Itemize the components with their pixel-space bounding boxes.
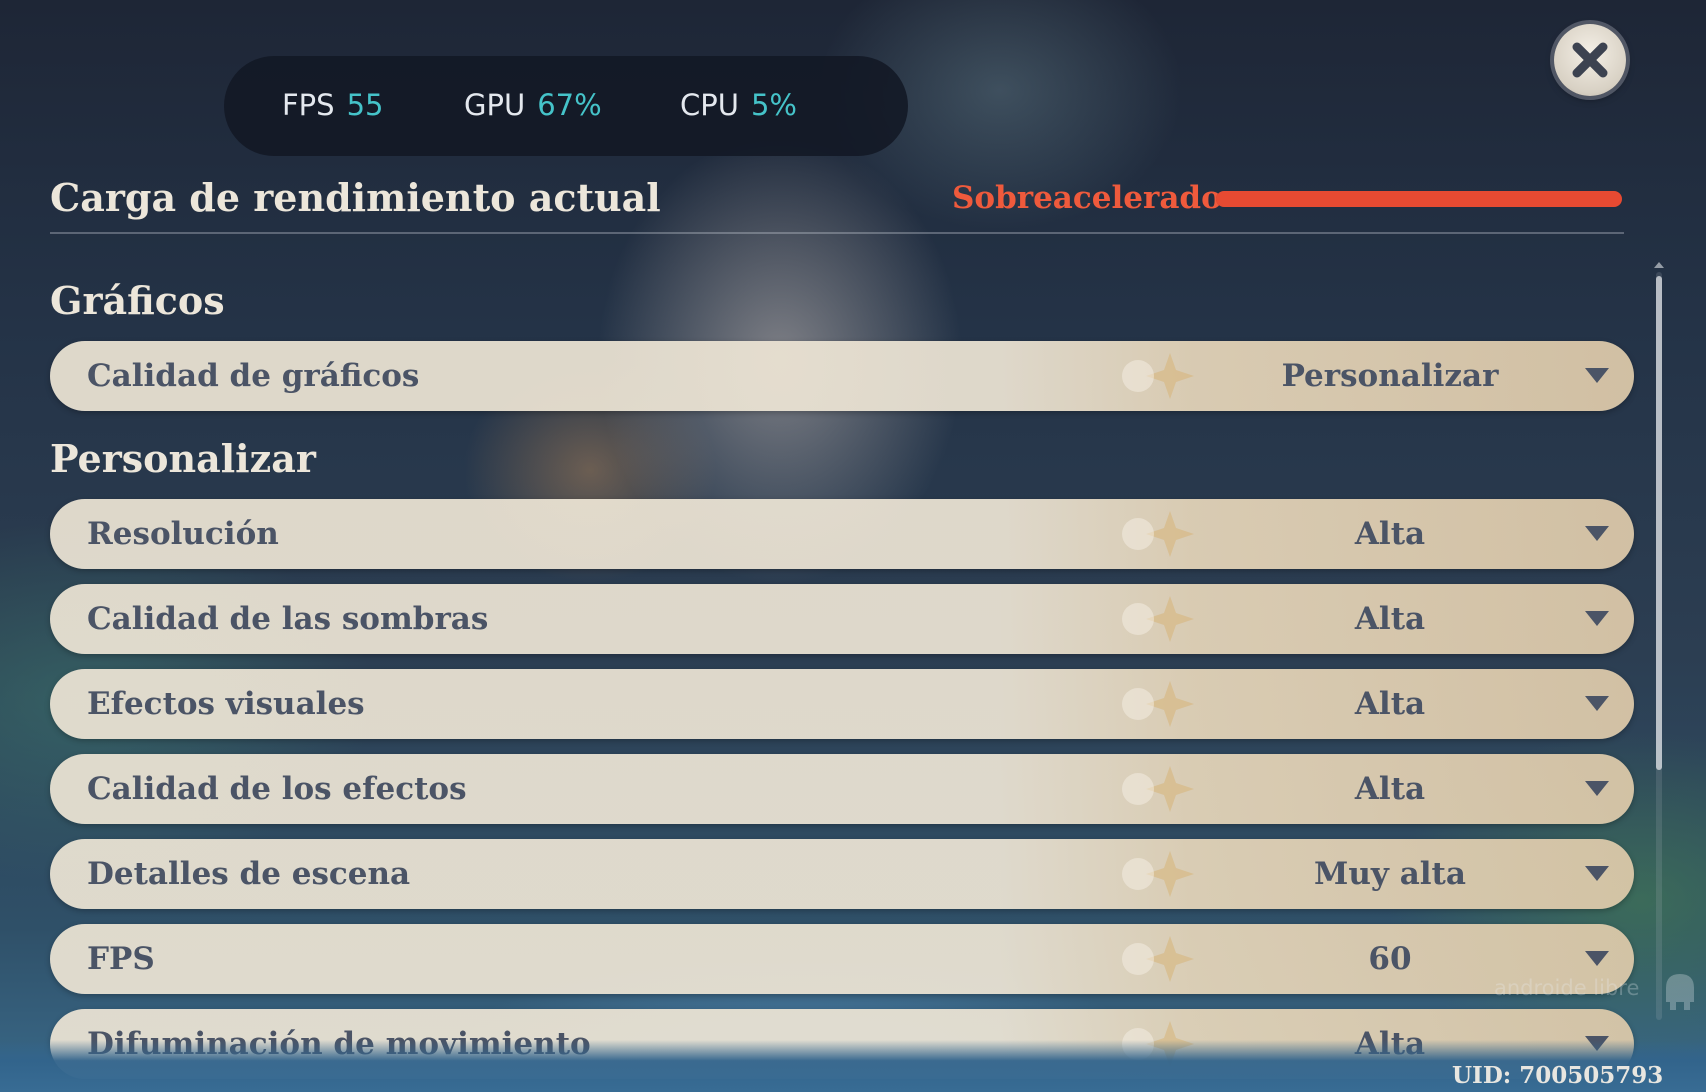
scrollbar-thumb[interactable] (1656, 276, 1662, 770)
chevron-down-icon (1585, 696, 1609, 711)
chevron-down-icon (1585, 951, 1609, 966)
performance-load-bar-fill (1216, 191, 1622, 207)
chevron-down-icon (1585, 526, 1609, 541)
cpu-label: CPU (680, 88, 739, 122)
setting-row-scene-details[interactable]: Detalles de escena Muy alta (50, 839, 1634, 909)
setting-row-shadow-quality[interactable]: Calidad de las sombras Alta (50, 584, 1634, 654)
performance-load-title: Carga de rendimiento actual (50, 175, 661, 220)
fps-label: FPS (282, 88, 335, 122)
setting-value: 60 (1368, 941, 1412, 977)
setting-value: Alta (1354, 686, 1426, 722)
cpu-stat: CPU 5% (680, 88, 797, 122)
setting-label: Calidad de gráficos (87, 358, 420, 394)
close-icon (1572, 42, 1608, 78)
setting-value: Personalizar (1281, 358, 1499, 394)
star-ornament-icon (1122, 766, 1194, 812)
setting-label: Resolución (87, 516, 279, 552)
chevron-down-icon (1585, 368, 1609, 383)
star-ornament-icon (1122, 936, 1194, 982)
bottom-fade (0, 1040, 1706, 1092)
gpu-stat: GPU 67% (464, 88, 602, 122)
star-ornament-icon (1122, 681, 1194, 727)
chevron-down-icon (1585, 781, 1609, 796)
performance-load-bar (1216, 191, 1622, 207)
gpu-label: GPU (464, 88, 526, 122)
star-ornament-icon (1122, 353, 1194, 399)
cpu-value: 5% (750, 88, 797, 122)
performance-stats-panel: FPS 55 GPU 67% CPU 5% (224, 56, 908, 156)
chevron-down-icon (1585, 611, 1609, 626)
scroll-up-icon[interactable] (1654, 262, 1664, 268)
setting-label: FPS (87, 941, 155, 977)
fps-stat: FPS 55 (282, 88, 383, 122)
setting-label: Efectos visuales (87, 686, 365, 722)
setting-value: Alta (1354, 601, 1426, 637)
setting-row-resolution[interactable]: Resolución Alta (50, 499, 1634, 569)
game-settings-screen: FPS 55 GPU 67% CPU 5% Carga de rendimiento … (0, 0, 1706, 1092)
watermark: androide libre (1494, 976, 1640, 1000)
gpu-value: 67% (537, 88, 602, 122)
setting-row-graphics-quality[interactable]: Calidad de gráficos Personalizar (50, 341, 1634, 411)
android-logo-icon (1666, 974, 1694, 1010)
setting-label: Detalles de escena (87, 856, 411, 892)
star-ornament-icon (1122, 851, 1194, 897)
chevron-down-icon (1585, 866, 1609, 881)
setting-label: Calidad de los efectos (87, 771, 467, 807)
setting-value: Alta (1354, 771, 1426, 807)
close-button[interactable] (1554, 24, 1626, 96)
star-ornament-icon (1122, 596, 1194, 642)
section-title-graphics: Gráficos (50, 278, 225, 323)
setting-row-effects-quality[interactable]: Calidad de los efectos Alta (50, 754, 1634, 824)
section-title-custom: Personalizar (50, 436, 316, 481)
divider (50, 232, 1624, 234)
performance-status-label: Sobreacelerado (952, 180, 1222, 216)
fps-value: 55 (346, 88, 384, 122)
setting-row-fps[interactable]: FPS 60 (50, 924, 1634, 994)
setting-value: Alta (1354, 516, 1426, 552)
star-ornament-icon (1122, 511, 1194, 557)
setting-row-visual-effects[interactable]: Efectos visuales Alta (50, 669, 1634, 739)
user-id-label: UID: 700505793 (1452, 1062, 1664, 1089)
setting-value: Muy alta (1314, 856, 1466, 892)
setting-label: Calidad de las sombras (87, 601, 489, 637)
